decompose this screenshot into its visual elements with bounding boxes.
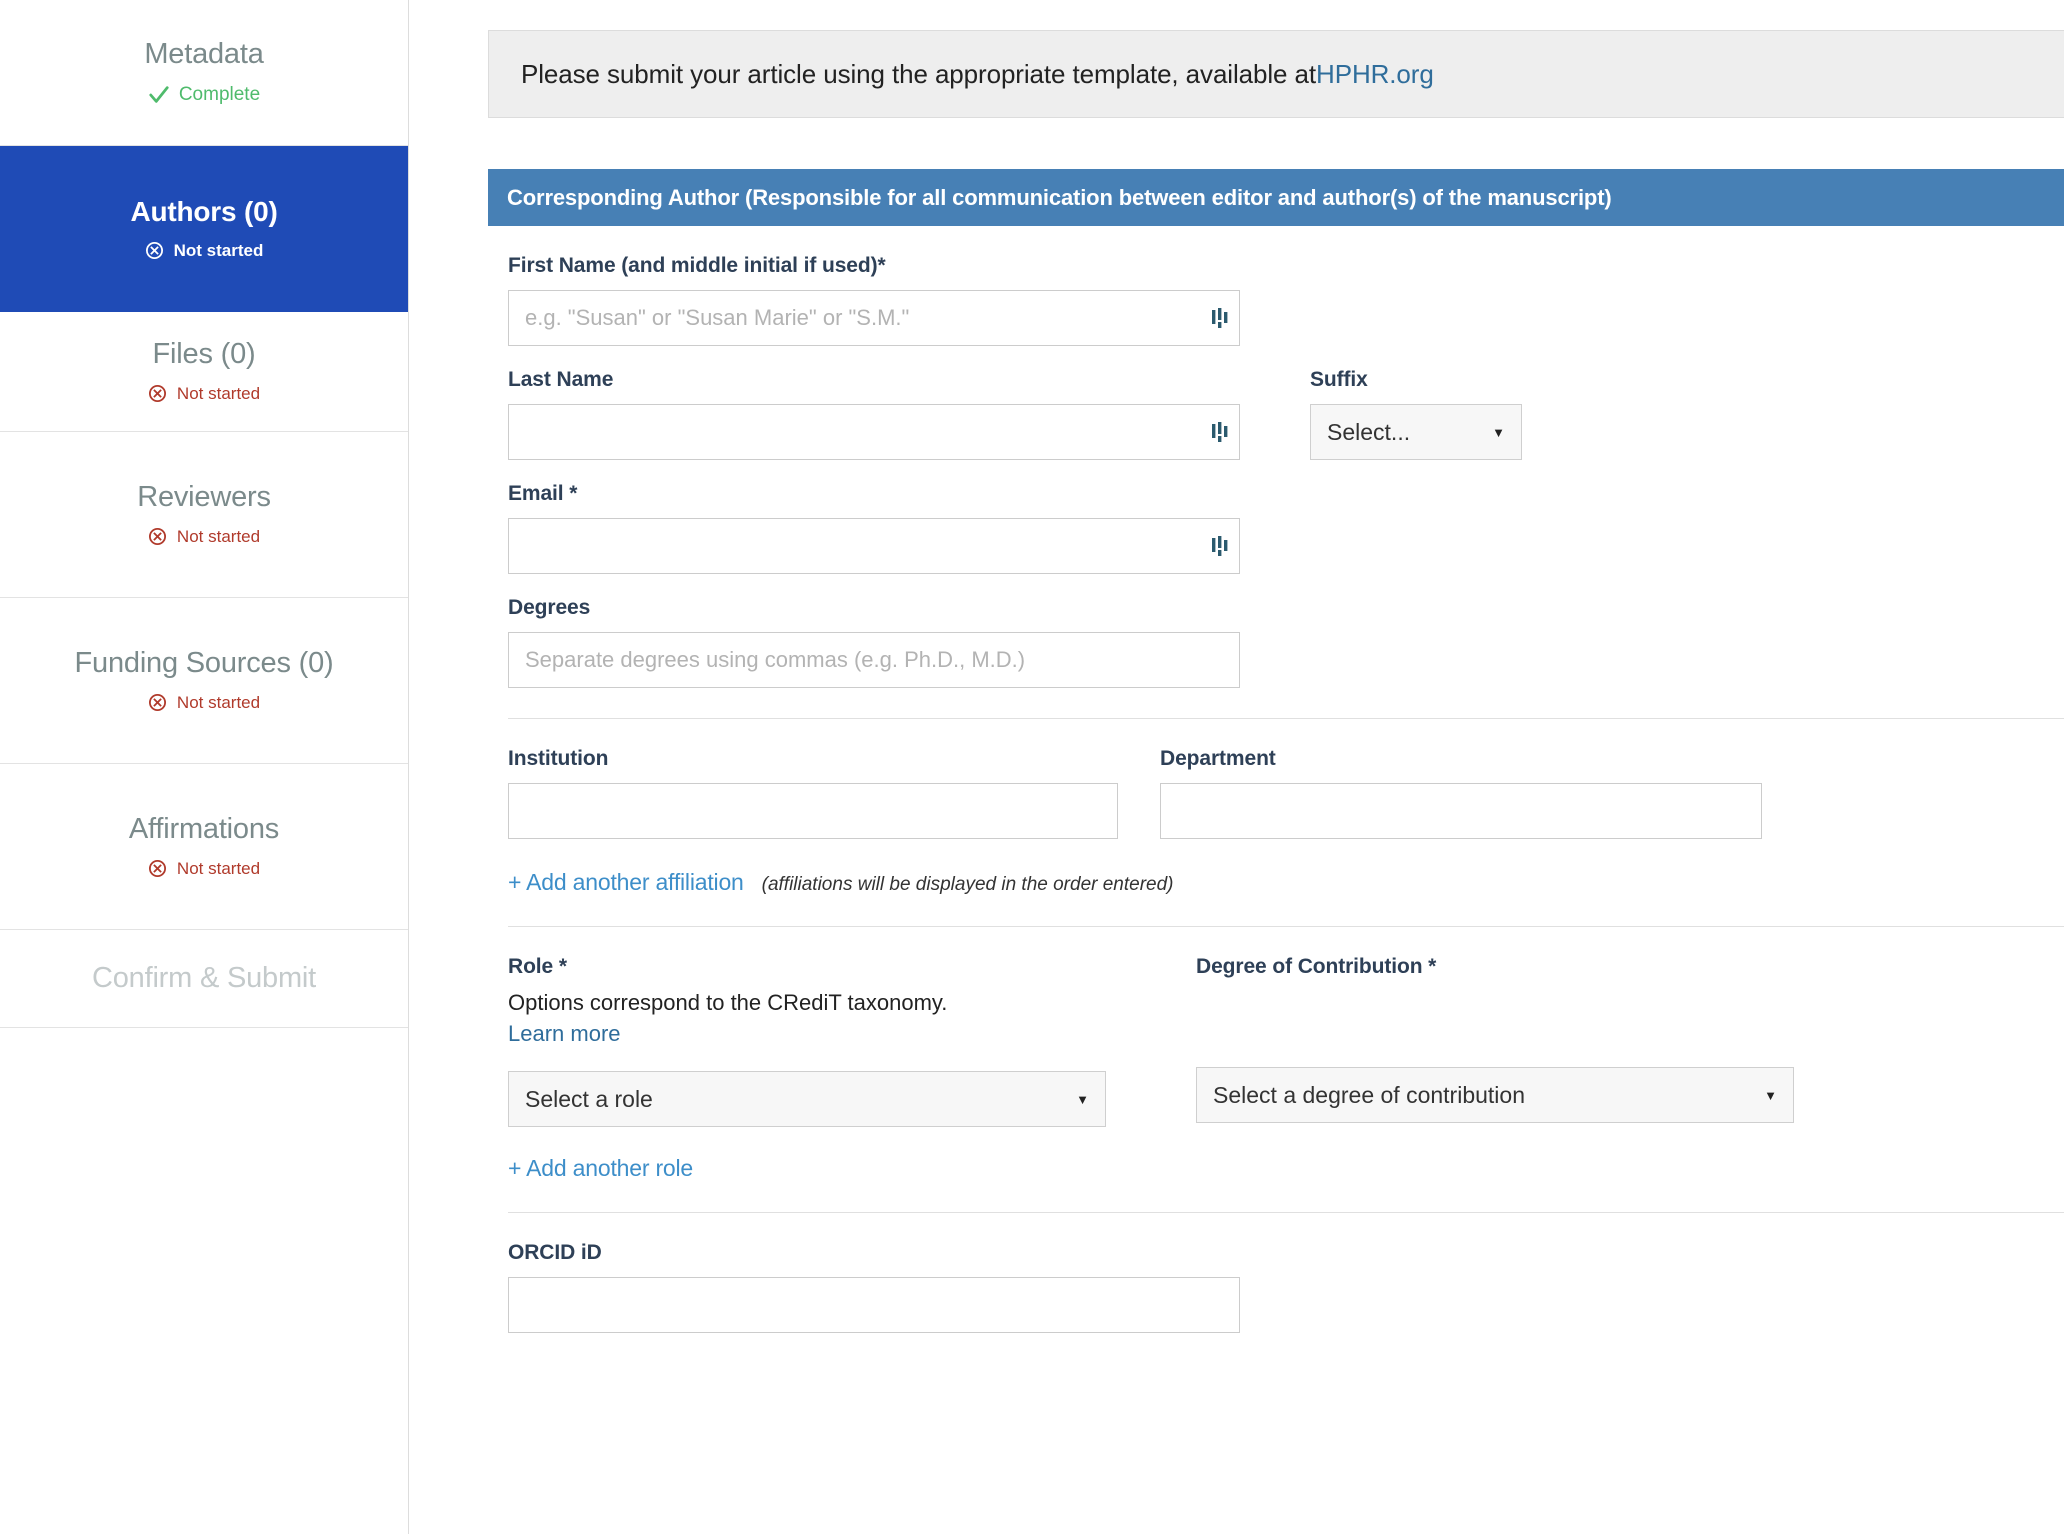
sidebar-item-label: Authors (0) — [130, 196, 278, 228]
sidebar-item-status-label: Not started — [173, 240, 264, 260]
circle-x-icon — [148, 859, 167, 878]
sidebar-item-label: Reviewers — [137, 481, 271, 514]
check-icon — [148, 84, 170, 106]
last-name-suffix-row: Last Name Suffix Select... ▼ — [508, 368, 2064, 460]
section-divider — [508, 1212, 2064, 1214]
sidebar-item-status-label: Not started — [176, 692, 261, 712]
notice-text: Please submit your article using the app… — [521, 58, 1317, 89]
role-select-value: Select a role — [525, 1085, 653, 1112]
orcid-input[interactable] — [508, 1277, 1240, 1334]
email-label: Email * — [508, 482, 578, 505]
suffix-select[interactable]: Select... ▼ — [1310, 404, 1522, 460]
sidebar-item-status: Complete — [148, 84, 260, 106]
first-name-group: First Name (and middle initial if used)* — [508, 254, 2064, 346]
circle-x-icon — [148, 384, 167, 403]
email-input[interactable] — [508, 518, 1240, 574]
department-label: Department — [1160, 747, 1276, 770]
role-select[interactable]: Select a role ▼ — [508, 1071, 1106, 1128]
main-content: Please submit your article using the app… — [409, 0, 2064, 1534]
sidebar-item-affirmations[interactable]: Affirmations Not started — [0, 764, 408, 930]
sidebar-item-label: Confirm & Submit — [91, 961, 317, 994]
sidebar-item-label: Files (0) — [152, 338, 256, 371]
submission-wizard: Metadata Complete Authors (0) Not starte… — [0, 0, 2064, 1534]
add-another-affiliation-link[interactable]: + Add another affiliation — [508, 869, 744, 896]
affiliation-order-note: (affiliations will be displayed in the o… — [761, 874, 1174, 895]
corresponding-author-section-header: Corresponding Author (Responsible for al… — [488, 169, 2064, 226]
circle-x-icon — [148, 693, 167, 712]
affiliation-row: Institution Department — [508, 747, 2064, 839]
degree-of-contribution-label: Degree of Contribution * — [1196, 955, 1437, 978]
institution-label: Institution — [508, 747, 609, 770]
sidebar-item-status: Not started — [148, 527, 260, 547]
orcid-label: ORCID iD — [508, 1241, 602, 1265]
suffix-select-value: Select... — [1327, 418, 1411, 445]
role-label: Role * — [508, 955, 567, 978]
sidebar-item-status-label: Complete — [178, 83, 261, 105]
sidebar-item-reviewers[interactable]: Reviewers Not started — [0, 432, 408, 598]
sidebar-item-label: Funding Sources (0) — [74, 647, 334, 680]
sidebar-item-status: Not started — [148, 693, 260, 713]
chevron-down-icon: ▼ — [1492, 424, 1505, 440]
degrees-label: Degrees — [508, 596, 591, 619]
circle-x-icon — [145, 241, 164, 260]
credit-learn-more-link[interactable]: Learn more — [508, 1021, 621, 1046]
first-name-label: First Name (and middle initial if used)* — [508, 254, 886, 277]
last-name-group: Last Name — [508, 368, 1240, 460]
corresponding-author-form: First Name (and middle initial if used)*… — [488, 254, 2064, 1334]
email-group: Email * — [508, 482, 2064, 574]
degrees-input[interactable] — [508, 632, 1240, 688]
chevron-down-icon: ▼ — [1764, 1087, 1777, 1103]
sidebar-item-files[interactable]: Files (0) Not started — [0, 312, 408, 432]
role-help-text-label: Options correspond to the CRediT taxonom… — [508, 990, 948, 1015]
template-notice-banner: Please submit your article using the app… — [488, 30, 2064, 118]
institution-input[interactable] — [508, 783, 1118, 839]
add-another-role-link[interactable]: + Add another role — [508, 1155, 693, 1182]
sidebar-item-status: Not started — [148, 384, 260, 404]
role-group: Role * Options correspond to the CRediT … — [508, 955, 1106, 1128]
sidebar-item-status: Not started — [148, 859, 260, 879]
sidebar-item-funding-sources[interactable]: Funding Sources (0) Not started — [0, 598, 408, 764]
department-input[interactable] — [1160, 783, 1762, 839]
institution-group: Institution — [508, 747, 1118, 839]
sidebar-item-label: Metadata — [144, 38, 264, 71]
role-contribution-row: Role * Options correspond to the CRediT … — [508, 955, 2064, 1128]
suffix-label: Suffix — [1310, 368, 1368, 391]
sidebar-item-label: Affirmations — [128, 813, 280, 846]
chevron-down-icon: ▼ — [1076, 1091, 1089, 1107]
sidebar-item-status-label: Not started — [176, 858, 261, 878]
sidebar-item-confirm-submit[interactable]: Confirm & Submit — [0, 930, 408, 1028]
add-role-row: + Add another role — [508, 1155, 2064, 1182]
first-name-input[interactable] — [508, 290, 1240, 346]
last-name-label: Last Name — [508, 368, 614, 391]
degrees-group: Degrees — [508, 596, 2064, 688]
last-name-input[interactable] — [508, 404, 1240, 460]
section-divider — [508, 926, 2064, 927]
sidebar-item-metadata[interactable]: Metadata Complete — [0, 0, 408, 146]
orcid-group: ORCID iD — [508, 1241, 2064, 1334]
degree-of-contribution-select[interactable]: Select a degree of contribution ▼ — [1196, 1067, 1794, 1123]
degree-of-contribution-select-value: Select a degree of contribution — [1213, 1081, 1525, 1108]
section-divider — [508, 718, 2064, 719]
degree-of-contribution-group: Degree of Contribution * Select a degree… — [1196, 955, 1806, 1127]
sidebar-nav: Metadata Complete Authors (0) Not starte… — [0, 0, 409, 1534]
sidebar-item-status-label: Not started — [176, 383, 261, 403]
role-help-text: Options correspond to the CRediT taxonom… — [508, 987, 978, 1049]
suffix-group: Suffix Select... ▼ — [1310, 368, 1522, 460]
sidebar-item-status: Not started — [145, 240, 264, 261]
department-group: Department — [1160, 747, 1762, 839]
add-affiliation-row: + Add another affiliation (affiliations … — [508, 869, 2064, 896]
hphr-org-link[interactable]: HPHR.org — [1316, 59, 1434, 90]
circle-x-icon — [148, 527, 167, 546]
sidebar-item-authors[interactable]: Authors (0) Not started — [0, 146, 408, 312]
sidebar-item-status-label: Not started — [176, 526, 261, 546]
